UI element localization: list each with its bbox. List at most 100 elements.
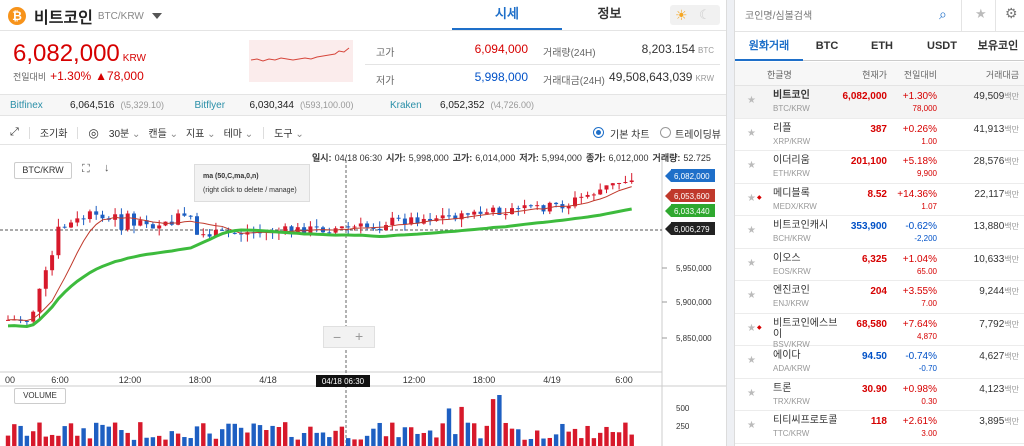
coin-trade-amount-value: 4,123 [979,383,1005,395]
market-tab[interactable]: ETH [851,33,913,61]
coin-dropdown-icon[interactable] [151,13,162,19]
current-price: 6,082,000 [13,40,120,67]
column-header-label[interactable]: 거래대금 [937,68,1019,81]
search-input[interactable] [745,8,925,24]
volume-bar [169,431,174,446]
candle-body [283,226,288,232]
favorite-star-icon[interactable]: ★ [747,290,756,301]
search-box[interactable]: ⌕ ★ ⚙ [735,0,1024,32]
globe-icon[interactable]: ◎ [88,126,98,140]
favorite-star-icon[interactable]: ★ [747,355,756,366]
arrow-down-icon[interactable]: ↓ [104,162,110,174]
candle-body [43,270,48,289]
tab-info[interactable]: 정보 [562,0,657,30]
coin-change-amt: 4,870 [916,331,937,341]
coin-row[interactable]: ★ 엔진코인 ENJ/KRW 204 +3.55% 7.00 9,244백만 [735,281,1024,314]
volume-bar [112,422,118,446]
tools-select[interactable]: 도구 ⌄ [274,125,304,140]
volume-bar [509,428,515,446]
search-icon[interactable]: ⌕ [939,6,947,23]
favorite-star-icon[interactable]: ★ [747,193,756,204]
ma-tooltip: ma (50,C,ma,0,n) (right click to delete … [194,164,310,202]
tradingview-radio[interactable] [660,127,671,138]
candle-body [94,211,99,215]
sun-icon[interactable]: ☀ [675,7,688,23]
high-label: 고가 [376,48,395,59]
market-tab[interactable]: USDT [913,33,971,61]
volume-bar [232,423,237,446]
coin-change-amt: 9,900 [916,169,937,178]
coin-symbol: ENJ/KRW [773,299,809,308]
market-tab[interactable]: 원화거래 [735,33,803,61]
coin-row[interactable]: ★ 비트코인 BTC/KRW 6,082,000 +1.30% 78,000 49,509백… [735,86,1024,119]
coin-row[interactable]: ★ 리플 XRP/KRW 387 +0.26% 1.00 41,913백만 [735,119,1024,151]
candle-body [598,189,603,195]
price-tag-label: 6,053,600 [674,192,710,201]
candle-body [182,213,187,216]
coin-row[interactable]: ★ 에이다 ADA/KRW 94.50 -0.74% -0.70 4,627백만 [735,346,1024,379]
coin-row[interactable]: ★ 비트코인캐시 BCH/KRW 353,900 -0.62% -2,200 13,880백… [735,216,1024,249]
moon-icon[interactable]: ☾ [699,7,711,23]
candle-body [484,212,489,214]
warning-icon: ◆ [757,324,762,331]
favorite-star-icon[interactable]: ★ [747,128,756,139]
volume-bar [446,408,452,446]
theme-label: 테마 [223,129,242,140]
zoom-out-button[interactable]: − [333,329,341,345]
coin-trade-amount-unit: 백만 [1004,189,1019,199]
fullscreen-icon[interactable]: ⛶ [82,163,90,176]
theme-select[interactable]: 테마 ⌄ [224,125,254,140]
market-tab[interactable]: BTC [803,33,851,61]
theme-toggle[interactable]: ☀ ☾ [670,5,720,25]
volume-bar [144,437,149,446]
market-tab[interactable]: 보유코인 [971,33,1024,61]
coin-row[interactable]: ★ 이오스 EOS/KRW 6,325 +1.04% 65.00 10,633백만 [735,249,1024,281]
tools-label: 도구 [274,129,293,140]
favorite-star-icon[interactable]: ★ [747,420,756,431]
candle-body [617,182,622,184]
zoom-in-button[interactable]: + [355,328,363,344]
price-chart[interactable]: 5,950,000 5,900,000 5,850,000 6,082,000 6,05… [0,160,727,446]
candle-body [195,216,199,235]
volume-bar [616,432,622,446]
candle-select[interactable]: 캔들 ⌄ [148,125,178,140]
candle-body [491,207,496,213]
column-header-label[interactable]: 현재가 [839,68,887,81]
candle-body [503,214,508,216]
reset-button[interactable]: 조기화 [40,125,68,140]
favorite-star-icon[interactable]: ★ [747,388,756,399]
exchange-bitflyer-name: Bitflyer [194,99,226,111]
chart-panel: ₿ 비트코인 BTC/KRW 시세 정보 ☀ ☾ 6,082,000 KRW 전… [0,0,727,446]
gear-icon[interactable]: ⚙ [1005,5,1018,22]
favorite-star-icon[interactable]: ★ [747,160,756,171]
favorite-star-icon[interactable]: ★ [747,258,756,269]
candle-body [62,226,67,228]
coin-row[interactable]: ★ 티티씨프로토콜 TTC/KRW 118 +2.61% 3.00 3,895백만 [735,411,1024,444]
coin-row[interactable]: ★ ◆ 메디블록 MEDX/KRW 8.52 +14.36% 1.07 22,117백만 [735,184,1024,216]
tab-price[interactable]: 시세 [452,0,562,30]
favorite-star-icon[interactable]: ★ [747,95,756,106]
favorite-star-icon[interactable]: ★ [747,323,756,334]
bitcoin-icon: ₿ [8,7,26,25]
favorite-star-icon[interactable]: ★ [747,225,756,236]
volume-bar [314,432,319,446]
expand-icon[interactable]: ⤢ [10,126,19,139]
interval-select[interactable]: 30분 ⌄ [109,125,141,140]
coin-row[interactable]: ★ 트론 TRX/KRW 30.90 +0.98% 0.30 4,123백만 [735,379,1024,411]
coin-trade-amount: 9,244백만 [937,286,1019,297]
volume-bar [94,422,99,446]
column-header-label[interactable]: 전일대비 [887,68,937,81]
coin-row[interactable]: ★ ◆ 비트코인에스브이 BSV/KRW 68,580 +7.64% 4,870 7,792백… [735,314,1024,349]
indicator-select[interactable]: 지표 ⌄ [186,125,216,140]
coin-row[interactable]: ★ 이더리움 ETH/KRW 201,100 +5.18% 9,900 28,576백만 [735,151,1024,184]
candle-body [157,225,162,229]
candle-body [24,320,29,322]
volume-bar [346,438,351,446]
coin-change-pct: +2.61% [902,416,937,427]
basic-chart-radio[interactable] [593,127,604,138]
price-tag-label: 6,006,279 [674,225,710,234]
star-icon[interactable]: ★ [975,6,987,22]
coin-name: 이오스 [773,252,801,264]
column-header-label[interactable]: 한글명 [767,68,839,81]
coin-price: 353,900 [850,221,887,232]
